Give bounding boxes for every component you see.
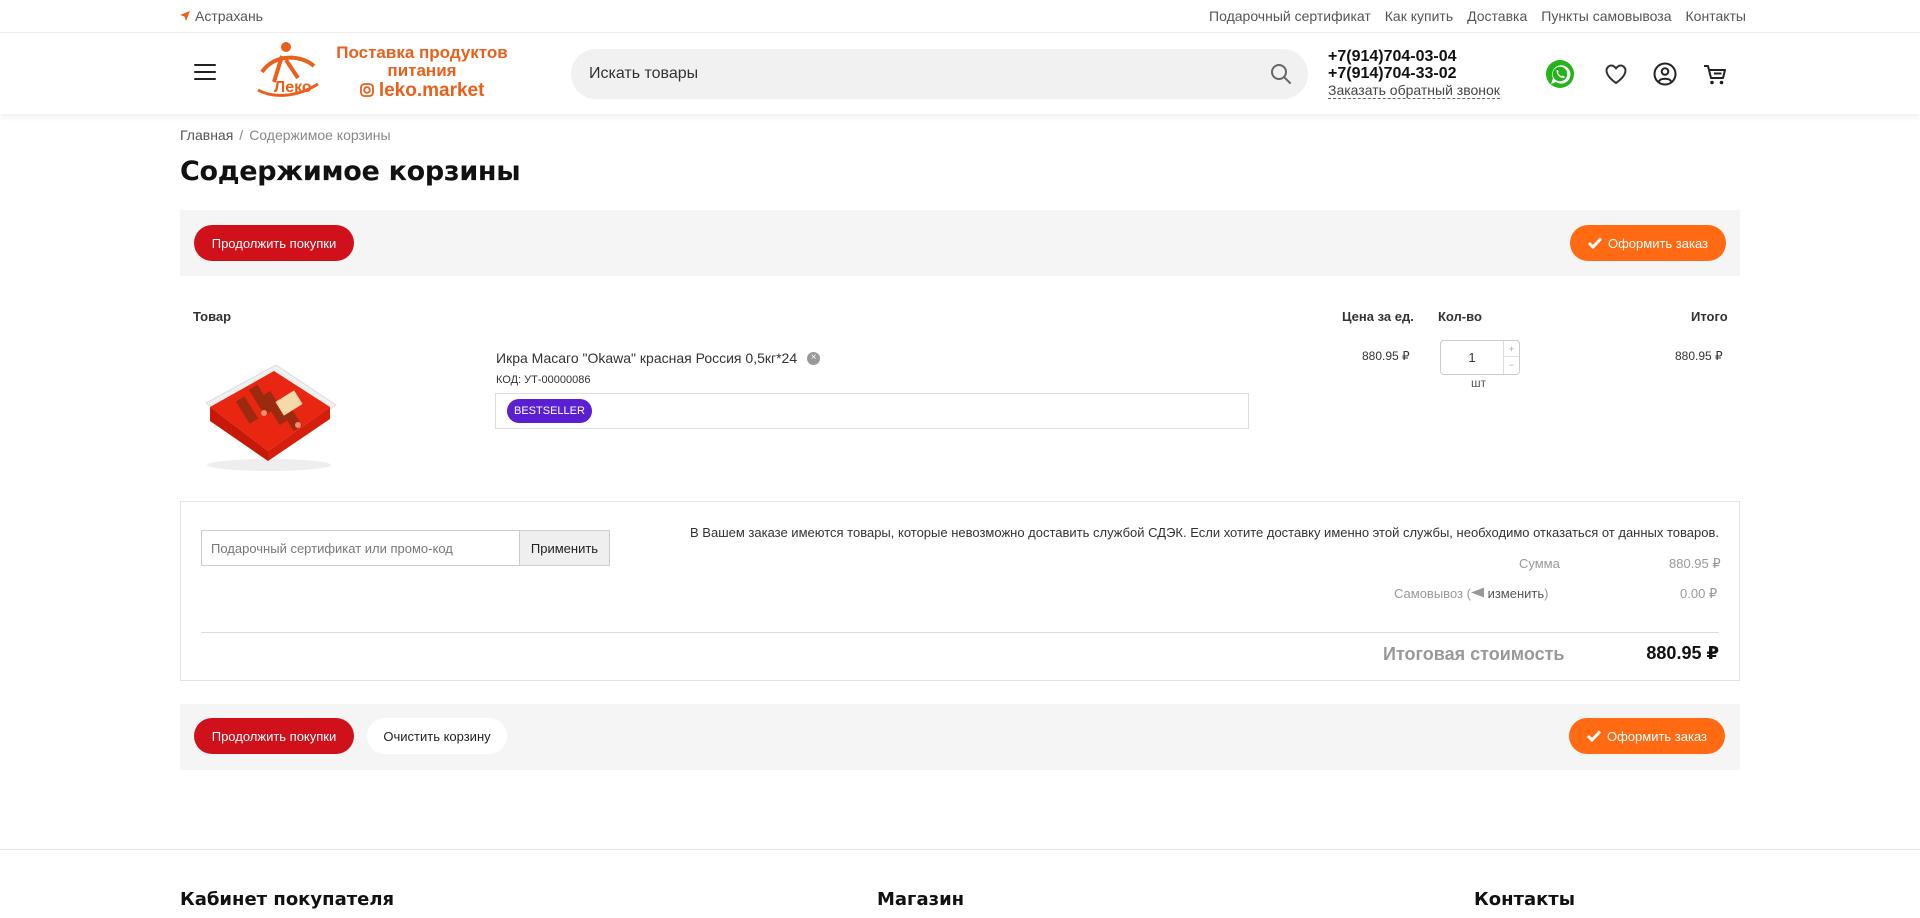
topnav-gift-certificate[interactable]: Подарочный сертификат: [1209, 8, 1371, 24]
sum-value: 880.95 ₽: [1669, 556, 1721, 571]
top-bar: Астрахань Подарочный сертификат Как купи…: [0, 0, 1920, 33]
pickup-row: Самовывоз ( изменить): [1394, 586, 1548, 601]
footer-heading-shop: Магазин: [877, 889, 965, 910]
callback-link[interactable]: Заказать обратный звонок: [1328, 83, 1500, 99]
delivery-warning: В Вашем заказе имеются товары, которые н…: [690, 525, 1719, 540]
checkout-button-bottom[interactable]: Оформить заказ: [1569, 718, 1725, 754]
breadcrumb-separator: /: [239, 127, 244, 143]
product-name-row: Икра Масаго "Okawa" красная Россия 0,5кг…: [496, 350, 821, 366]
footer-divider: [0, 849, 1920, 850]
logo-text: Поставка продуктов питания leko.market: [324, 43, 520, 101]
product-name[interactable]: Икра Масаго "Okawa" красная Россия 0,5кг…: [496, 350, 797, 366]
logo-mark-icon: Леко: [257, 42, 319, 97]
continue-shopping-button-bottom[interactable]: Продолжить покупки: [194, 718, 354, 754]
logo-line-1: Поставка продуктов: [336, 43, 508, 62]
item-total: 880.95 ₽: [1675, 349, 1723, 363]
promo-code-input[interactable]: [202, 531, 520, 565]
top-action-bar: Продолжить покупки Оформить заказ: [180, 210, 1740, 276]
col-header-qty: Кол-во: [1438, 309, 1482, 324]
logo-line-2: питания: [387, 61, 457, 80]
logo-mark-text: Леко: [274, 79, 312, 96]
totals-divider: [201, 632, 1719, 633]
grand-total-value: 880.95 ₽: [1646, 643, 1719, 663]
quantity-input[interactable]: [1441, 341, 1503, 374]
logo[interactable]: Леко Поставка продуктов питания leko.mar…: [252, 38, 520, 108]
totals-panel: Применить В Вашем заказе имеются товары,…: [180, 501, 1740, 681]
topnav-contacts[interactable]: Контакты: [1686, 8, 1746, 24]
pickup-close: ): [1544, 586, 1549, 601]
grand-total-label: Итоговая стоимость: [1383, 644, 1565, 664]
quantity-increase-button[interactable]: +: [1504, 341, 1519, 357]
clear-cart-button[interactable]: Очистить корзину: [367, 718, 507, 754]
bestseller-badge: BESTSELLER: [507, 399, 592, 423]
quantity-unit: шт: [1471, 376, 1487, 390]
menu-icon[interactable]: [194, 64, 216, 82]
phone-2[interactable]: +7(914)704-33-02: [1328, 65, 1500, 82]
product-props-box: BESTSELLER: [495, 393, 1249, 429]
col-header-product: Товар: [193, 309, 232, 324]
sum-label: Сумма: [1519, 556, 1560, 571]
checkmark-icon: [1587, 237, 1602, 249]
apply-promo-button[interactable]: Применить: [519, 531, 609, 565]
plane-icon: [1470, 587, 1484, 598]
quantity-stepper: + −: [1440, 340, 1520, 375]
unit-price: 880.95 ₽: [1362, 349, 1410, 363]
product-code: КОД: УТ-00000086: [496, 374, 591, 386]
quantity-arrows: + −: [1503, 341, 1519, 374]
location-arrow-icon: [180, 11, 190, 21]
instagram-icon: [359, 83, 374, 97]
checkout-label-bottom: Оформить заказ: [1606, 728, 1707, 744]
city-selector[interactable]: Астрахань: [180, 8, 263, 24]
city-label: Астрахань: [195, 8, 263, 24]
remove-item-icon[interactable]: ×: [807, 351, 821, 365]
site-header: Леко Поставка продуктов питания leko.mar…: [0, 33, 1920, 114]
search-bar: [571, 49, 1308, 99]
continue-shopping-button[interactable]: Продолжить покупки: [194, 225, 354, 261]
quantity-decrease-button[interactable]: −: [1504, 357, 1519, 373]
topnav-delivery[interactable]: Доставка: [1467, 8, 1527, 24]
logo-instagram: leko.market: [324, 80, 520, 101]
footer-heading-contacts: Контакты: [1474, 889, 1576, 910]
breadcrumb: Главная / Содержимое корзины: [180, 127, 391, 143]
col-header-price: Цена за ед.: [1342, 309, 1414, 324]
phone-1[interactable]: +7(914)704-03-04: [1328, 48, 1500, 65]
bottom-action-bar: Продолжить покупки Очистить корзину Офор…: [180, 704, 1740, 770]
whatsapp-icon[interactable]: [1545, 59, 1575, 89]
pickup-value: 0.00 ₽: [1680, 586, 1718, 601]
user-icon[interactable]: [1650, 59, 1680, 89]
footer-heading-account: Кабинет покупателя: [180, 889, 395, 910]
breadcrumb-home[interactable]: Главная: [180, 127, 233, 143]
change-delivery-link[interactable]: изменить: [1488, 586, 1545, 601]
phones-block: +7(914)704-03-04 +7(914)704-33-02 Заказа…: [1328, 48, 1500, 99]
breadcrumb-current: Содержимое корзины: [249, 127, 391, 143]
checkout-button[interactable]: Оформить заказ: [1570, 225, 1726, 261]
col-header-total: Итого: [1691, 309, 1728, 324]
search-input[interactable]: [589, 49, 1229, 99]
topnav-how-to-buy[interactable]: Как купить: [1385, 8, 1453, 24]
checkout-label: Оформить заказ: [1607, 235, 1708, 251]
logo-line-3: leko.market: [378, 80, 485, 101]
product-image[interactable]: [194, 355, 344, 475]
promo-code-form: Применить: [201, 530, 610, 566]
checkmark-icon: [1586, 730, 1601, 742]
page-title: Содержимое корзины: [180, 156, 521, 187]
pickup-label: Самовывоз (: [1394, 586, 1471, 601]
cart-icon[interactable]: [1700, 59, 1730, 89]
top-nav: Подарочный сертификат Как купить Доставк…: [1209, 8, 1746, 24]
search-icon[interactable]: [1270, 63, 1292, 85]
topnav-pickup-points[interactable]: Пункты самовывоза: [1541, 8, 1671, 24]
heart-icon[interactable]: [1601, 59, 1631, 89]
